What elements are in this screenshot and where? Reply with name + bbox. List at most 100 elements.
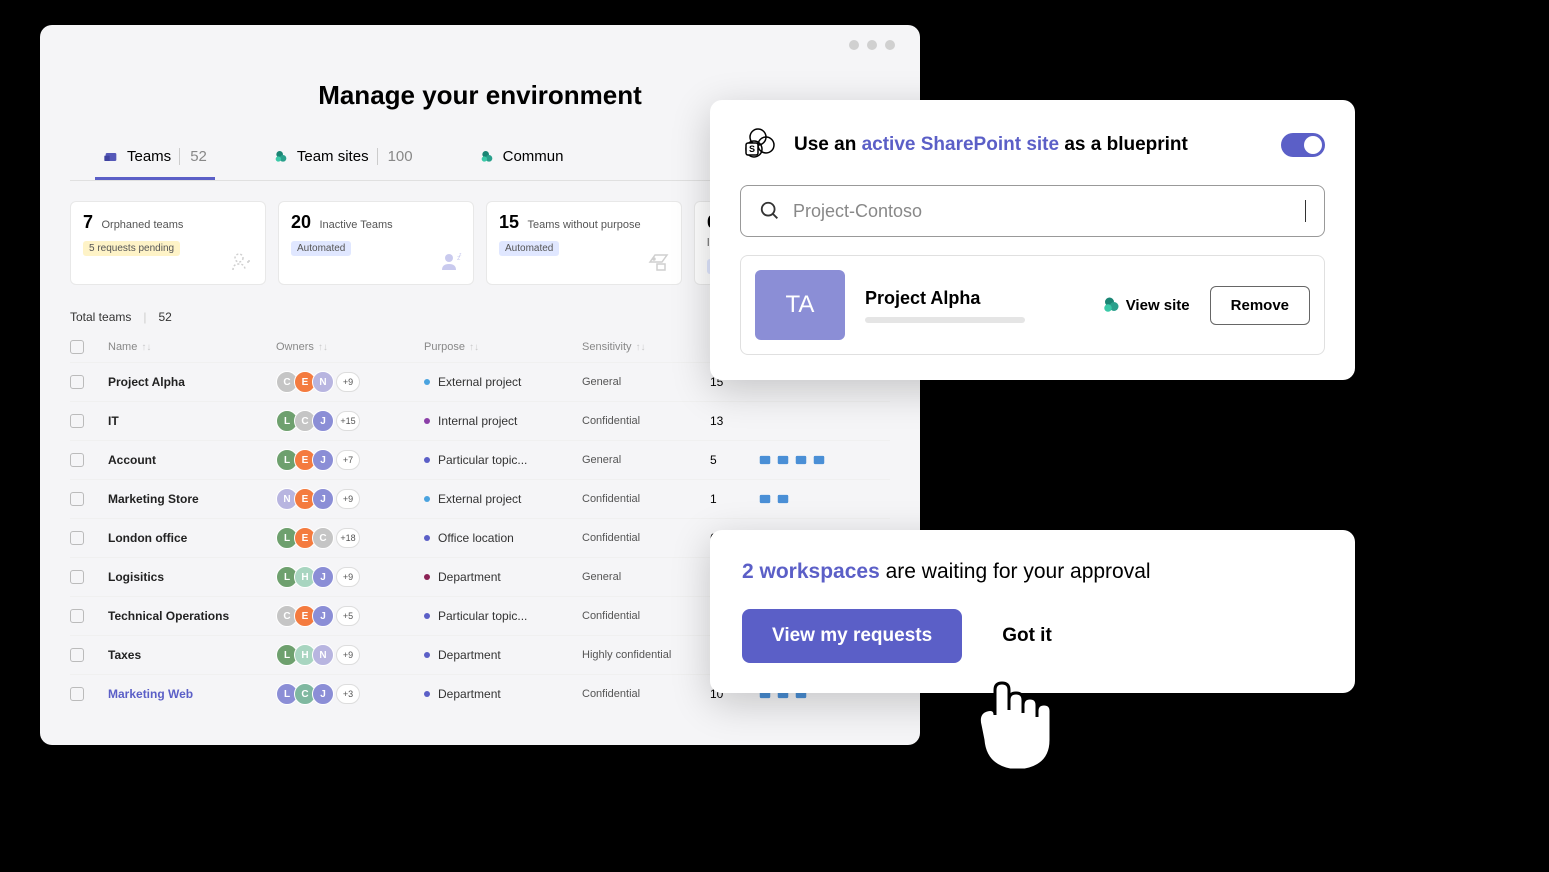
remove-button[interactable]: Remove (1210, 286, 1310, 325)
col-owners[interactable]: Owners↑↓ (276, 341, 416, 353)
team-name[interactable]: Marketing Web (108, 687, 268, 701)
tab-teams[interactable]: Teams52 (95, 136, 215, 180)
team-name[interactable]: Account (108, 453, 268, 467)
team-member-count: 1 (710, 492, 750, 506)
tab-label: Teams (127, 148, 171, 165)
avatar-more[interactable]: +9 (336, 372, 360, 392)
row-checkbox[interactable] (70, 531, 84, 545)
team-member-count: 5 (710, 453, 750, 467)
sort-icon: ↑↓ (469, 342, 479, 353)
col-name[interactable]: Name↑↓ (108, 341, 268, 353)
avatar-more[interactable]: +3 (336, 684, 360, 704)
team-sensitivity: Confidential (582, 532, 702, 544)
svg-text:S: S (749, 144, 755, 154)
avatar: J (312, 449, 334, 471)
avatar: J (312, 410, 334, 432)
stat-number: 15 (499, 212, 519, 232)
stat-label: Inactive Teams (319, 219, 392, 231)
feature-icons (758, 453, 848, 467)
site-avatar: TA (755, 270, 845, 340)
team-sensitivity: Highly confidential (582, 649, 702, 661)
sort-icon: ↑↓ (318, 342, 328, 353)
total-count: 52 (158, 310, 171, 324)
avatar: N (312, 371, 334, 393)
avatar-more[interactable]: +15 (336, 411, 360, 431)
sort-icon: ↑↓ (141, 342, 151, 353)
team-purpose: Particular topic... (424, 609, 574, 623)
stat-icon (647, 250, 671, 274)
sort-icon: ↑↓ (636, 342, 646, 353)
table-row[interactable]: ITLCJ+15Internal projectConfidential13 (70, 401, 890, 440)
tab-commun[interactable]: Commun (471, 136, 572, 180)
divider: | (143, 310, 146, 324)
view-requests-button[interactable]: View my requests (742, 609, 962, 663)
select-all-checkbox[interactable] (70, 340, 84, 354)
view-site-link[interactable]: View site (1102, 296, 1190, 314)
avatar-more[interactable]: +9 (336, 489, 360, 509)
site-search[interactable] (740, 185, 1325, 237)
stat-card[interactable]: 20 Inactive TeamsAutomatedzz (278, 201, 474, 285)
window-dot[interactable] (867, 40, 877, 50)
avatar: C (312, 527, 334, 549)
avatar-more[interactable]: +5 (336, 606, 360, 626)
team-sensitivity: General (582, 454, 702, 466)
blueprint-title: Use an active SharePoint site as a bluep… (794, 134, 1267, 156)
feature-icons (758, 492, 848, 506)
stat-number: 20 (291, 212, 311, 232)
team-sensitivity: Confidential (582, 493, 702, 505)
row-checkbox[interactable] (70, 414, 84, 428)
owner-avatars: LCJ+15 (276, 410, 416, 432)
window-dot[interactable] (849, 40, 859, 50)
avatar-more[interactable]: +9 (336, 567, 360, 587)
team-purpose: Office location (424, 531, 574, 545)
avatar-more[interactable]: +9 (336, 645, 360, 665)
owner-avatars: CEJ+5 (276, 605, 416, 627)
row-checkbox[interactable] (70, 609, 84, 623)
table-row[interactable]: AccountLEJ+7Particular topic...General5 (70, 440, 890, 479)
team-sensitivity: General (582, 376, 702, 388)
avatar-more[interactable]: +7 (336, 450, 360, 470)
total-label: Total teams (70, 310, 131, 324)
selected-site-card: TA Project Alpha View site Remove (740, 255, 1325, 355)
stat-card[interactable]: 15 Teams without purposeAutomated (486, 201, 682, 285)
avatar-more[interactable]: +18 (336, 528, 360, 548)
col-sensitivity[interactable]: Sensitivity↑↓ (582, 341, 702, 353)
owner-avatars: LHN+9 (276, 644, 416, 666)
col-purpose[interactable]: Purpose↑↓ (424, 341, 574, 353)
team-name[interactable]: London office (108, 531, 268, 545)
tab-team-sites[interactable]: Team sites 100 (265, 136, 421, 180)
search-icon (759, 200, 781, 222)
row-checkbox[interactable] (70, 453, 84, 467)
stat-label: Teams without purpose (527, 219, 640, 231)
team-sensitivity: Confidential (582, 688, 702, 700)
team-purpose: Particular topic... (424, 453, 574, 467)
approval-message: 2 workspaces are waiting for your approv… (742, 560, 1323, 584)
team-name[interactable]: Taxes (108, 648, 268, 662)
tab-label: Team sites (297, 148, 369, 165)
avatar: N (312, 644, 334, 666)
team-name[interactable]: Technical Operations (108, 609, 268, 623)
row-checkbox[interactable] (70, 648, 84, 662)
got-it-button[interactable]: Got it (1002, 625, 1052, 647)
team-name[interactable]: Logisitics (108, 570, 268, 584)
tab-count: 100 (377, 148, 413, 165)
window-dot[interactable] (885, 40, 895, 50)
team-name[interactable]: Marketing Store (108, 492, 268, 506)
row-checkbox[interactable] (70, 687, 84, 701)
row-checkbox[interactable] (70, 492, 84, 506)
table-row[interactable]: Marketing StoreNEJ+9External projectConf… (70, 479, 890, 518)
blueprint-toggle[interactable] (1281, 133, 1325, 157)
row-checkbox[interactable] (70, 375, 84, 389)
stat-icon (231, 250, 255, 274)
team-name[interactable]: Project Alpha (108, 375, 268, 389)
team-sensitivity: General (582, 571, 702, 583)
stat-number: 7 (83, 212, 93, 232)
stat-card[interactable]: 7 Orphaned teams5 requests pending (70, 201, 266, 285)
avatar: J (312, 566, 334, 588)
site-search-input[interactable] (793, 201, 1293, 222)
site-progress (865, 317, 1025, 323)
row-checkbox[interactable] (70, 570, 84, 584)
team-purpose: Department (424, 687, 574, 701)
owner-avatars: NEJ+9 (276, 488, 416, 510)
team-name[interactable]: IT (108, 414, 268, 428)
